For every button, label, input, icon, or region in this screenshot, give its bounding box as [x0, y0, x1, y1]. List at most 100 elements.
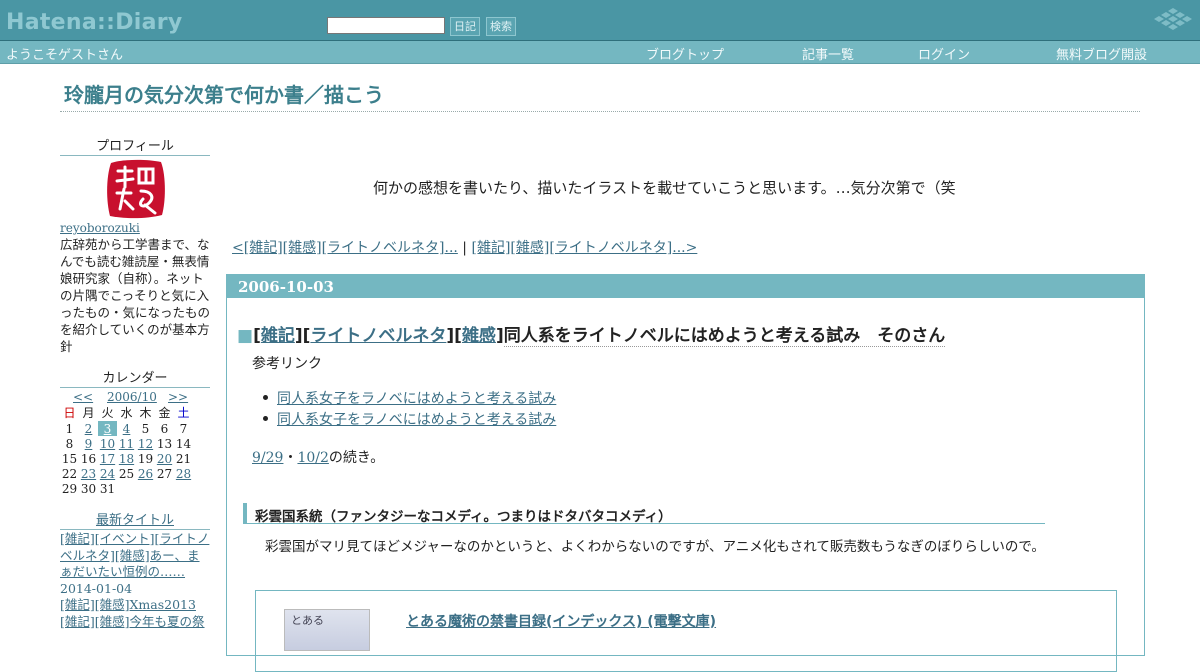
calendar-day-link[interactable]: 2: [85, 422, 93, 436]
calendar-day: [136, 481, 155, 496]
calendar-week-row: 22 23 24 25 26 27 28: [60, 466, 193, 481]
calendar-day: 5: [141, 421, 150, 436]
section-subheading: 彩雲国系統（ファンタジーなコメディ。つまりはドタバタコメディ）: [243, 503, 1045, 525]
book-cover-text: とある: [291, 614, 324, 627]
calendar-day[interactable]: 18: [117, 451, 136, 466]
pager-prev-link[interactable]: <[雑記][雑感][ライトノベルネタ]...: [232, 240, 458, 256]
continuation-link[interactable]: 10/2: [297, 450, 328, 466]
calendar-prev-link[interactable]: <<: [73, 390, 93, 404]
continuation-suffix: の続き。: [328, 450, 385, 466]
calendar-weekday: 火: [101, 406, 114, 420]
calendar-day[interactable]: 12: [136, 436, 155, 451]
nav-article-list-link[interactable]: 記事一覧: [802, 44, 854, 63]
calendar-day: 8: [65, 436, 74, 451]
entry-section: 2006-10-03 ■[雑記][ライトノベルネタ][雑感]同人系をライトノベル…: [226, 274, 1145, 672]
entry-date-bar: 2006-10-03: [227, 275, 1144, 298]
calendar-day-link[interactable]: 20: [157, 452, 172, 466]
tag-link[interactable]: 雑記: [261, 326, 295, 346]
calendar-week-row: 29 30 31: [60, 481, 193, 496]
nav-bar: ようこそゲストさん ブログトップ 記事一覧 ログイン 無料ブログ開設: [0, 41, 1200, 64]
calendar-weekday-row: 日月火水木金土: [60, 404, 193, 421]
calendar-day-link[interactable]: 3: [104, 422, 112, 436]
diary-search-button[interactable]: 日記: [450, 17, 480, 36]
calendar-day[interactable]: 9: [79, 436, 98, 451]
calendar-day: 16: [80, 451, 97, 466]
calendar-day[interactable]: 4: [117, 421, 136, 436]
welcome-text: ようこそゲストさん: [6, 48, 124, 63]
calendar-day[interactable]: 10: [98, 436, 117, 451]
profile-seal-image[interactable]: [103, 157, 169, 221]
entry-date[interactable]: 2006-10-03: [238, 278, 334, 296]
blog-intro: 何かの感想を書いたり、描いたイラストを載せていこうと思います。…気分次第で（笑: [373, 179, 956, 197]
calendar-day-link[interactable]: 9: [85, 437, 93, 451]
calendar-next-link[interactable]: >>: [168, 390, 188, 404]
nav-blog-top-link[interactable]: ブログトップ: [646, 44, 724, 63]
blog-title[interactable]: 玲朧月の気分次第で何か書／描こう: [64, 79, 384, 108]
search-input[interactable]: [327, 17, 445, 34]
calendar-day-link[interactable]: 28: [176, 467, 191, 481]
cube-grid-icon: [1154, 8, 1192, 30]
calendar-day: 1: [65, 421, 74, 436]
calendar-day-link[interactable]: 18: [119, 452, 134, 466]
calendar-day: 13: [156, 436, 173, 451]
recent-title-link[interactable]: [雑記][雑感]Xmas2013: [60, 597, 196, 612]
profile-username-link[interactable]: reyoborozuki: [60, 221, 140, 235]
pager-separator: |: [457, 240, 472, 256]
calendar-day-link[interactable]: 17: [100, 452, 115, 466]
recent-title-link[interactable]: [雑記][イベント][ライトノベルネタ][雑感]あー、まぁだいたい恒例の……: [60, 531, 209, 579]
calendar-day[interactable]: 26: [136, 466, 155, 481]
calendar-day: 14: [175, 436, 192, 451]
recent-titles-list: [雑記][イベント][ライトノベルネタ][雑感]あー、まぁだいたい恒例の…… 2…: [60, 531, 210, 630]
reference-link[interactable]: 同人系女子をラノベにはめようと考える試み: [277, 412, 556, 428]
calendar-weekday: 金: [158, 406, 171, 420]
calendar-day-link[interactable]: 11: [119, 437, 134, 451]
calendar-day-link[interactable]: 23: [81, 467, 96, 481]
calendar-day[interactable]: 11: [117, 436, 136, 451]
calendar-weekday: 水: [120, 406, 133, 420]
calendar-day-link[interactable]: 4: [123, 422, 131, 436]
calendar-day[interactable]: 20: [155, 451, 174, 466]
calendar-day-link[interactable]: 24: [100, 467, 115, 481]
book-title-link[interactable]: とある魔術の禁書目録(インデックス) (電撃文庫): [406, 611, 716, 631]
profile-description: 広辞苑から工学書まで、なんでも読む雑読屋・無表情娘研究家（自称）。ネットの片隅で…: [60, 237, 211, 354]
book-cover-image[interactable]: とある: [284, 609, 370, 651]
hatena-diary-logo[interactable]: Hatena::Diary: [6, 10, 183, 35]
calendar-weekday: 月: [82, 406, 95, 420]
calendar-day: 25: [118, 466, 135, 481]
recent-titles-heading[interactable]: 最新タイトル: [60, 509, 210, 530]
section-text: 彩雲国がマリ見てほどメジャーなのかというと、よくわからないのですが、アニメ化もさ…: [265, 539, 1045, 555]
calendar-day: 15: [61, 451, 78, 466]
calendar-heading: カレンダー: [60, 367, 210, 388]
recent-title-link[interactable]: [雑記][雑感]今年も夏の祭: [60, 614, 205, 629]
tag-link[interactable]: 雑感: [462, 326, 496, 346]
calendar-day: [155, 481, 174, 496]
entry-pager: <[雑記][雑感][ライトノベルネタ]... | [雑記][雑感][ライトノベル…: [232, 237, 697, 257]
calendar-day-link[interactable]: 26: [138, 467, 153, 481]
calendar-day: 30: [80, 481, 97, 496]
book-box: とある とある魔術の禁書目録(インデックス) (電撃文庫): [255, 590, 1117, 672]
reference-list: 同人系女子をラノベにはめようと考える試み 同人系女子をラノベにはめようと考える試…: [262, 388, 556, 430]
calendar-day-link[interactable]: 10: [100, 437, 115, 451]
calendar-day[interactable]: 17: [98, 451, 117, 466]
calendar-week-row: 1234567: [60, 421, 193, 436]
nav-login-link[interactable]: ログイン: [918, 44, 970, 63]
reference-link[interactable]: 同人系女子をラノベにはめようと考える試み: [277, 391, 556, 407]
calendar-day: 7: [179, 421, 188, 436]
nav-create-blog-link[interactable]: 無料ブログ開設: [1056, 44, 1147, 63]
calendar-week-row: 8 9 10 11 12 13 14: [60, 436, 193, 451]
continuation-link[interactable]: 9/29: [252, 450, 283, 466]
calendar-day[interactable]: 3: [98, 421, 117, 436]
pager-next-link[interactable]: [雑記][雑感][ライトノベルネタ]...>: [471, 240, 697, 256]
calendar-month-link[interactable]: 2006/10: [107, 390, 157, 404]
calendar-day[interactable]: 23: [79, 466, 98, 481]
calendar-table: 日月火水木金土 1 2 3 4 5 6 7 8 9 10 11 12 13 14 15 16 17 18 19 20 21…: [60, 404, 193, 496]
entry-permalink-icon[interactable]: ■: [237, 326, 253, 346]
calendar-day-link[interactable]: 12: [138, 437, 153, 451]
search-button[interactable]: 検索: [486, 17, 516, 36]
calendar-day[interactable]: 28: [174, 466, 193, 481]
calendar-day[interactable]: 24: [98, 466, 117, 481]
calendar-weekday: 土: [177, 406, 190, 420]
continuation-note: 9/29・10/2の続き。: [252, 447, 384, 467]
calendar-day[interactable]: 2: [79, 421, 98, 436]
tag-link[interactable]: ライトノベルネタ: [310, 326, 446, 346]
